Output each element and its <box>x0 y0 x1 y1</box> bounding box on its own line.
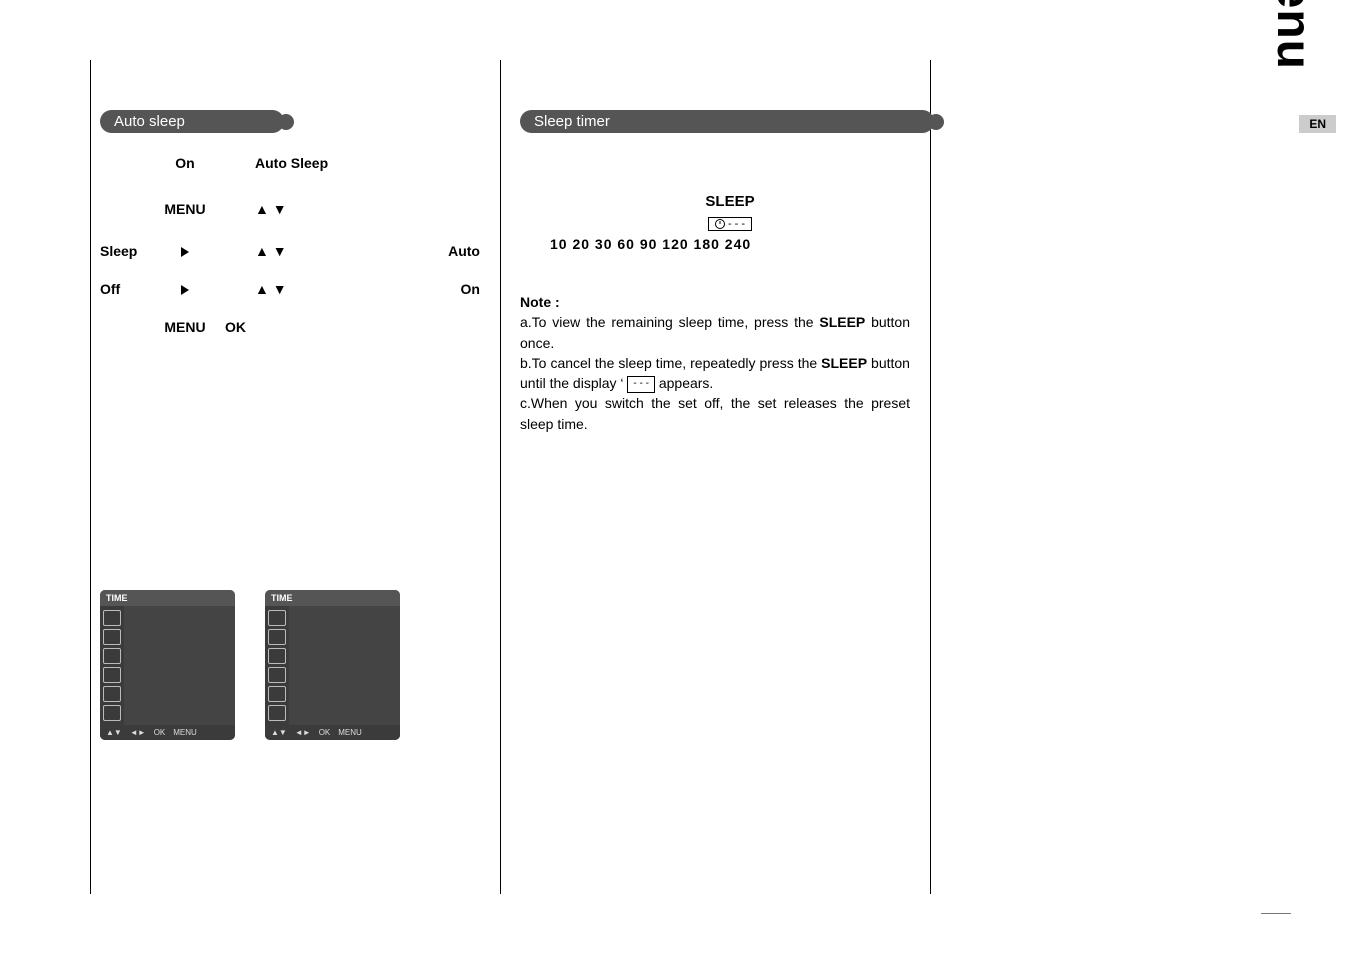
cell: OK <box>225 319 246 335</box>
cell: On <box>420 281 480 297</box>
cell: Sleep <box>100 243 145 259</box>
play-right-icon <box>145 281 225 297</box>
sound-icon <box>103 629 121 645</box>
sound-icon <box>268 629 286 645</box>
note-c: c.When you switch the set off, the set r… <box>520 393 910 434</box>
osd-footer-item: MENU <box>173 728 197 737</box>
screen-icon <box>103 667 121 683</box>
section-heading: Time Menu <box>1266 0 1321 70</box>
auto-sleep-block: Auto sleep On Auto Sleep MENU ▲ ▼ Sleep … <box>100 110 480 357</box>
note-a: a.To view the remaining sleep time, pres… <box>520 312 910 353</box>
cell: MENU <box>145 201 225 217</box>
sleep-value-bar: SLEEP - - - 10 20 30 60 90 120 180 240 <box>550 193 910 252</box>
screen-icon <box>268 667 286 683</box>
text: appears. <box>655 375 713 391</box>
text: b.To cancel the sleep time, repeatedly p… <box>520 355 821 371</box>
sleep-timer-block: Sleep timer SLEEP - - - 10 20 30 60 90 1… <box>520 110 910 434</box>
osd-panel-1: TIME ▲▼ ◄► OK MENU <box>100 590 235 740</box>
channel-icon <box>268 648 286 664</box>
sleep-display-box: - - - <box>708 217 752 231</box>
vertical-rule-left <box>90 60 91 894</box>
cell: Off <box>100 281 145 297</box>
cell: Auto Sleep <box>225 155 420 171</box>
cell: On <box>145 155 225 171</box>
sleep-bold: SLEEP <box>821 355 867 371</box>
time-icon <box>103 686 121 702</box>
auto-sleep-pill: Auto sleep <box>100 110 284 133</box>
osd-content <box>124 606 235 725</box>
osd-footer-item: ▲▼ <box>271 728 287 737</box>
sleep-values-list: 10 20 30 60 90 120 180 240 <box>550 236 910 252</box>
arrows-icon: ▲ ▼ <box>225 201 420 217</box>
note-heading: Note : <box>520 292 910 312</box>
osd-footer-item: ◄► <box>295 728 311 737</box>
sleep-timer-pill: Sleep timer <box>520 110 934 133</box>
sleep-box-text: - - - <box>728 218 745 230</box>
clock-icon <box>715 219 725 229</box>
sleep-label: SLEEP <box>550 193 910 210</box>
time-icon <box>268 686 286 702</box>
sleep-display-inline-box: - - - <box>627 376 655 393</box>
arrows-icon: ▲ ▼ <box>225 243 420 259</box>
osd-footer-item: OK <box>154 728 166 737</box>
osd-footer-item: MENU <box>338 728 362 737</box>
page-footer-line <box>1261 913 1291 914</box>
osd-header: TIME <box>265 590 400 606</box>
osd-icon-column <box>100 606 124 725</box>
osd-footer-item: ◄► <box>130 728 146 737</box>
arrows-icon: ▲ ▼ <box>225 281 420 297</box>
pill-label: Sleep timer <box>534 113 610 130</box>
osd-footer: ▲▼ ◄► OK MENU <box>265 725 400 740</box>
osd-footer-item: OK <box>319 728 331 737</box>
setup-icon <box>268 705 286 721</box>
text: a.To view the remaining sleep time, pres… <box>520 314 819 330</box>
note-block: Note : a.To view the remaining sleep tim… <box>520 292 910 434</box>
osd-footer: ▲▼ ◄► OK MENU <box>100 725 235 740</box>
language-badge: EN <box>1299 115 1336 133</box>
cell: Auto <box>420 243 480 259</box>
osd-icon-column <box>265 606 289 725</box>
vertical-rule-mid <box>500 60 501 894</box>
vertical-rule-right <box>930 60 931 894</box>
sleep-bold: SLEEP <box>819 314 865 330</box>
setup-icon <box>103 705 121 721</box>
osd-header: TIME <box>100 590 235 606</box>
channel-icon <box>103 648 121 664</box>
osd-panel-2: ✓ TIME ▲▼ ◄► OK MENU <box>265 590 400 740</box>
picture-icon <box>103 610 121 626</box>
osd-content <box>289 606 400 725</box>
pill-label: Auto sleep <box>114 113 185 130</box>
cell: MENU <box>145 319 225 335</box>
text: - - - <box>633 378 649 389</box>
note-b: b.To cancel the sleep time, repeatedly p… <box>520 353 910 394</box>
play-right-icon <box>145 243 225 259</box>
osd-footer-item: ▲▼ <box>106 728 122 737</box>
picture-icon <box>268 610 286 626</box>
osd-screenshots: TIME ▲▼ ◄► OK MENU ✓ TIM <box>100 590 400 740</box>
